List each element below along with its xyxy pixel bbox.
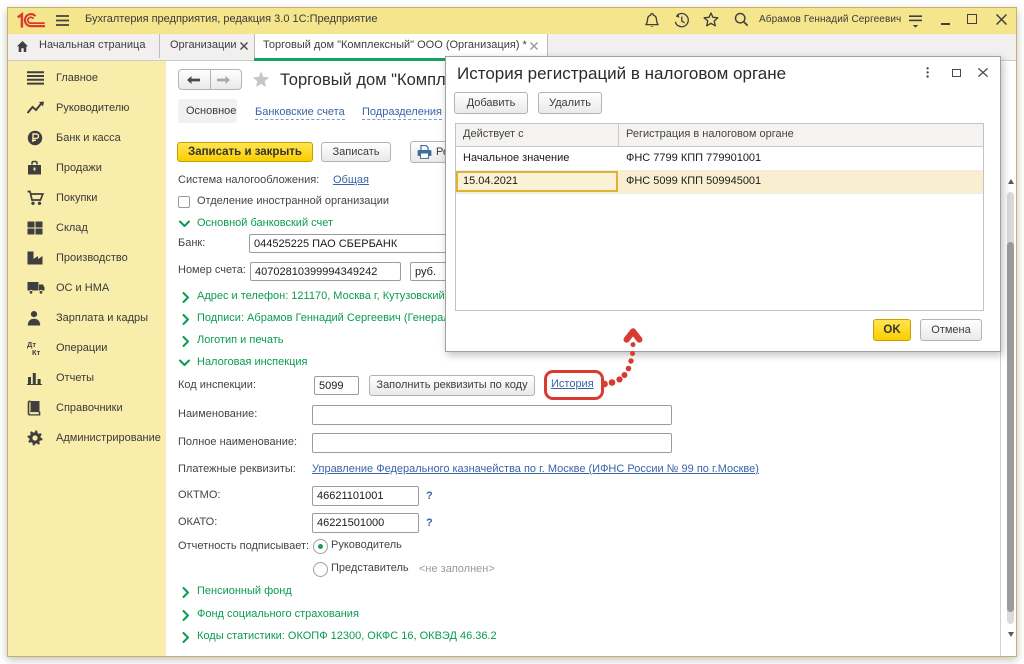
svg-text:Кт: Кт: [32, 348, 41, 356]
